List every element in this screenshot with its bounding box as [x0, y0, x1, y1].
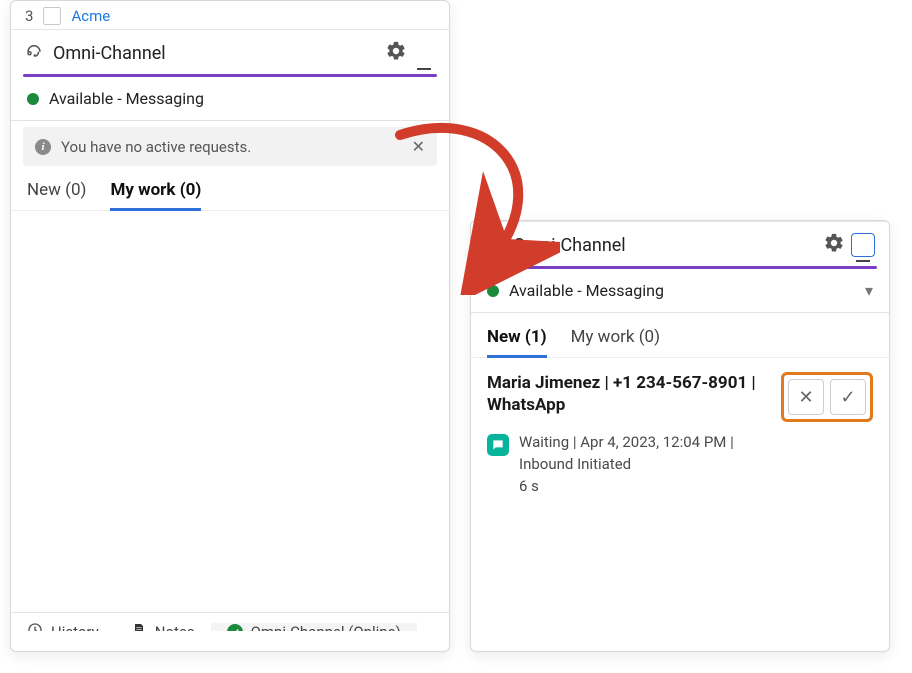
- request-meta-line2: Inbound Initiated: [519, 454, 734, 476]
- browser-tab-strip: 3 Acme: [11, 1, 449, 29]
- tab-my-work[interactable]: My work (0): [571, 327, 660, 358]
- no-requests-notice: i You have no active requests. ✕: [23, 127, 437, 166]
- close-icon[interactable]: ✕: [412, 137, 425, 156]
- omni-channel-icon: [25, 42, 43, 64]
- request-meta-line1: Waiting | Apr 4, 2023, 12:04 PM |: [519, 432, 734, 454]
- request-actions-highlight: ✕ ✓: [781, 372, 873, 422]
- online-check-icon: [227, 624, 243, 640]
- status-row[interactable]: Available - Messaging ▾: [471, 269, 889, 312]
- utility-notes[interactable]: Notes: [115, 622, 211, 642]
- status-row[interactable]: Available - Messaging: [11, 77, 449, 120]
- utility-history[interactable]: History: [11, 622, 115, 642]
- tab-index: 3: [25, 7, 33, 25]
- panel-header: Omni-Channel: [471, 221, 889, 266]
- request-meta-line3: 6 s: [519, 476, 734, 498]
- utility-bar: History Notes Omni-Channel (Online): [11, 612, 449, 651]
- work-tabs: New (1) My work (0): [471, 313, 889, 358]
- utility-omni-channel[interactable]: Omni-Channel (Online): [211, 623, 417, 641]
- notes-icon: [131, 622, 147, 642]
- decline-button[interactable]: ✕: [788, 379, 824, 415]
- tab-new[interactable]: New (0): [27, 180, 86, 211]
- notice-text: You have no active requests.: [61, 138, 251, 156]
- chevron-down-icon: ▾: [865, 281, 873, 300]
- omni-channel-icon: [485, 234, 503, 256]
- minimize-icon: [417, 68, 431, 70]
- status-label: Available - Messaging: [509, 281, 664, 300]
- status-label: Available - Messaging: [49, 89, 204, 108]
- minimize-button[interactable]: [851, 233, 875, 257]
- panel-header: Omni-Channel: [11, 29, 449, 74]
- incoming-request-card: Maria Jimenez | +1 234-567-8901 | WhatsA…: [471, 358, 889, 507]
- info-icon: i: [35, 139, 51, 155]
- omni-channel-panel-empty: 3 Acme Omni-Channel Available - Messagin…: [10, 0, 450, 652]
- work-tabs: New (0) My work (0): [11, 166, 449, 211]
- omni-channel-panel-incoming: Omni-Channel Available - Messaging ▾ New…: [470, 220, 890, 652]
- gear-icon[interactable]: [823, 232, 845, 258]
- status-dot-icon: [27, 93, 39, 105]
- panel-title: Omni-Channel: [53, 43, 166, 64]
- tab-my-work[interactable]: My work (0): [110, 180, 201, 211]
- request-meta: Waiting | Apr 4, 2023, 12:04 PM | Inboun…: [519, 432, 734, 497]
- request-title: Maria Jimenez | +1 234-567-8901 | WhatsA…: [487, 372, 767, 416]
- panel-title: Omni-Channel: [513, 235, 626, 256]
- clock-icon: [27, 622, 43, 642]
- messaging-icon: [487, 434, 509, 456]
- minimize-icon: [856, 260, 870, 262]
- gear-icon[interactable]: [385, 40, 407, 66]
- status-dot-icon: [487, 285, 499, 297]
- minimize-button[interactable]: [413, 42, 435, 64]
- tab-favicon: [43, 7, 61, 25]
- tab-name[interactable]: Acme: [71, 7, 110, 25]
- tab-new[interactable]: New (1): [487, 327, 547, 358]
- accept-button[interactable]: ✓: [830, 379, 866, 415]
